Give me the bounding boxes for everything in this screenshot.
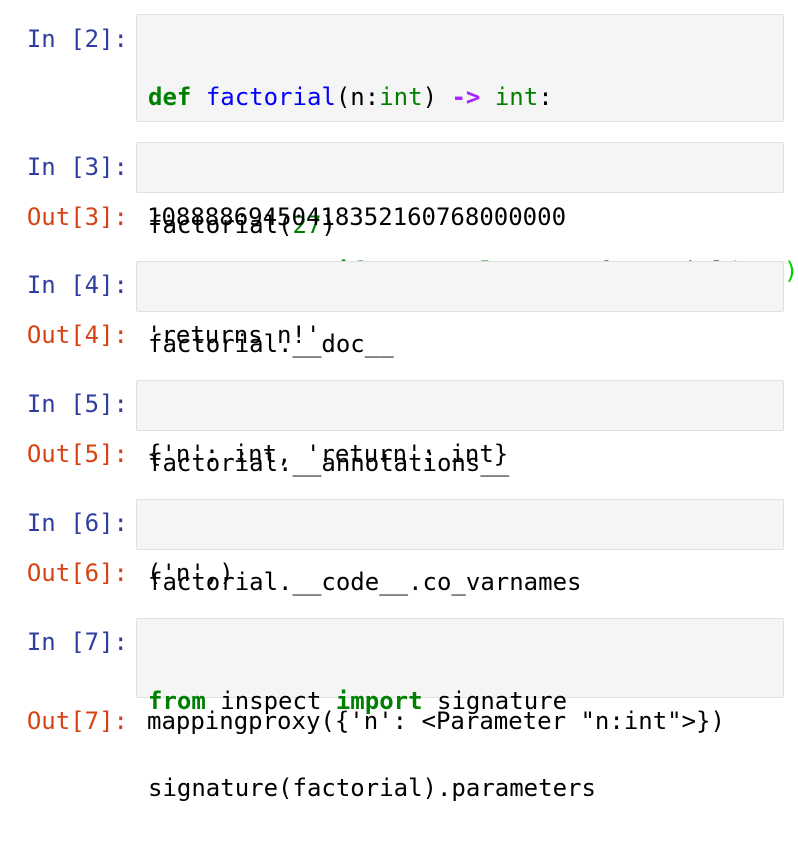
output-prompt: Out[5]: — [26, 440, 128, 468]
cell-output: ('n',) — [147, 559, 234, 587]
code-cell-7[interactable]: In [7]: from inspect import signature si… — [0, 618, 798, 802]
input-prompt: In [3]: — [26, 153, 128, 181]
code-cell-2[interactable]: In [2]: def factorial(n:int) -> int: '''… — [0, 14, 798, 285]
cell-output: mappingproxy({'n': <Parameter "n:int">}) — [147, 707, 725, 735]
code-input[interactable]: factorial.__code__.co_varnames — [136, 499, 784, 596]
code-input[interactable]: factorial(27) — [136, 142, 784, 239]
code-line: factorial.__code__.co_varnames — [148, 568, 582, 596]
output-prompt: Out[6]: — [26, 559, 128, 587]
input-prompt: In [6]: — [26, 509, 128, 537]
code-input[interactable]: from inspect import signature signature(… — [136, 618, 784, 802]
input-prompt: In [2]: — [26, 25, 128, 53]
code-input[interactable]: factorial.__doc__ — [136, 261, 784, 358]
cell-output: {'n': int, 'return': int} — [147, 440, 509, 468]
cell-output: 'returns n!' — [147, 321, 321, 349]
output-prompt: Out[3]: — [26, 203, 128, 231]
input-prompt: In [4]: — [26, 271, 128, 299]
input-prompt: In [5]: — [26, 390, 128, 418]
code-input[interactable]: def factorial(n:int) -> int: '''returns … — [136, 14, 798, 285]
code-cell-4[interactable]: In [4]: factorial.__doc__ Out[4]: 'retur… — [0, 261, 798, 361]
cell-output: 10888869450418352160768000000 — [147, 203, 567, 231]
output-prompt: Out[7]: — [26, 707, 128, 735]
input-prompt: In [7]: — [26, 628, 128, 656]
code-input[interactable]: factorial.__annotations__ — [136, 380, 784, 477]
code-line: def factorial(n:int) -> int: — [148, 83, 553, 111]
code-cell-3[interactable]: In [3]: factorial(27) Out[3]: 1088886945… — [0, 142, 798, 242]
code-cell-5[interactable]: In [5]: factorial.__annotations__ Out[5]… — [0, 380, 798, 480]
code-line: signature(factorial).parameters — [148, 774, 596, 802]
output-prompt: Out[4]: — [26, 321, 128, 349]
code-cell-6[interactable]: In [6]: factorial.__code__.co_varnames O… — [0, 499, 798, 599]
